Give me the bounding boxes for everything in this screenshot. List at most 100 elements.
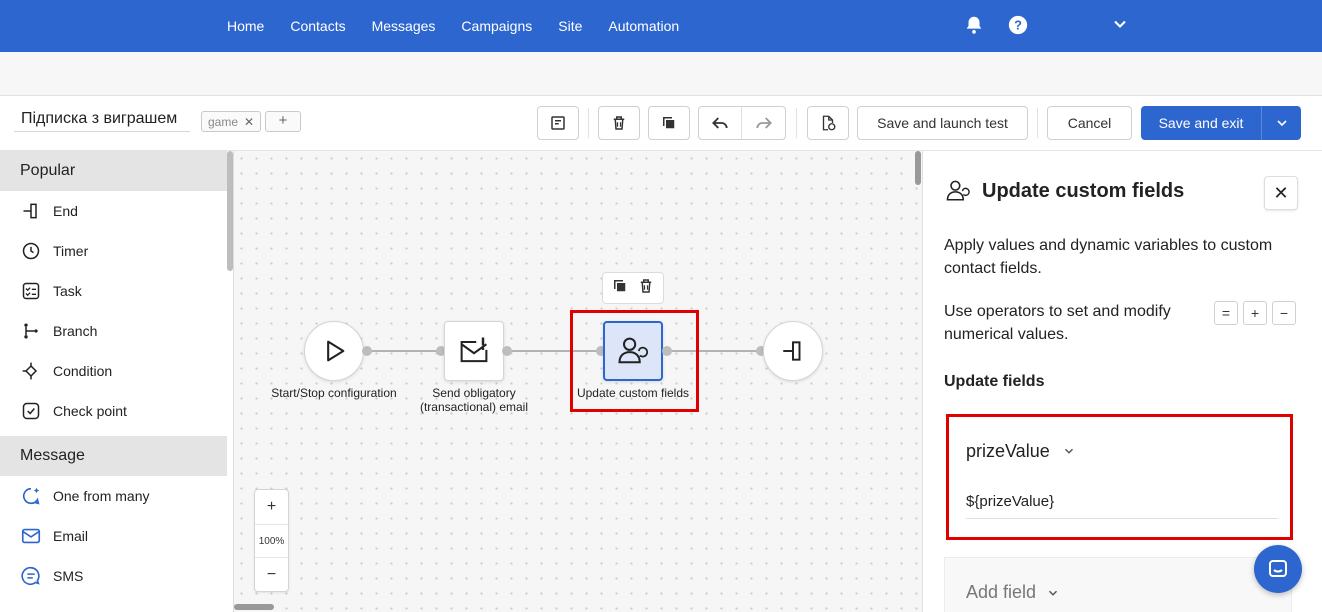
node-start-stop[interactable]	[304, 321, 364, 381]
redo-button[interactable]	[742, 107, 785, 139]
nav-links: Home Contacts Messages Campaigns Site Au…	[214, 0, 692, 52]
save-and-launch-test-button[interactable]: Save and launch test	[857, 106, 1028, 140]
nav-contacts[interactable]: Contacts	[277, 18, 358, 34]
sidebar-item-one-from-many[interactable]: One from many	[0, 476, 227, 516]
user-refresh-icon	[944, 177, 972, 205]
sidebar-item-label: End	[53, 203, 78, 219]
branch-icon	[20, 320, 42, 342]
chevron-down-icon[interactable]	[1110, 14, 1132, 36]
end-icon	[20, 200, 42, 222]
operators-description: Use operators to set and modify numerica…	[944, 303, 1171, 343]
update-fields-heading: Update fields	[944, 373, 1045, 390]
sidebar-item-label: Email	[53, 528, 89, 544]
zoom-out-button[interactable]: −	[255, 558, 288, 592]
condition-icon	[20, 360, 42, 382]
node-port[interactable]	[502, 346, 512, 356]
sidebar-item-label: One from many	[53, 488, 150, 504]
cancel-button[interactable]: Cancel	[1047, 106, 1132, 140]
nav-campaigns[interactable]: Campaigns	[448, 18, 545, 34]
close-panel-button[interactable]: ✕	[1264, 176, 1298, 210]
undo-redo-group	[698, 106, 786, 140]
sidebar-item-label: Timer	[53, 243, 89, 259]
sidebar-item-branch[interactable]: Branch	[0, 311, 227, 351]
help-icon[interactable]: ?	[1007, 14, 1029, 36]
node-label-line: (transactional) email	[419, 400, 529, 414]
field-name-select[interactable]: prizeValue	[966, 441, 1050, 462]
add-tag-button[interactable]: +	[265, 111, 301, 132]
sidebar-item-condition[interactable]: Condition	[0, 351, 227, 391]
operator-equals-button[interactable]: =	[1214, 301, 1238, 325]
workflow-toolbar: Підписка з виграшем game ✕ + Save and la…	[0, 96, 1322, 151]
canvas-horizontal-scrollbar[interactable]	[234, 604, 274, 610]
sidebar-item-sms[interactable]: SMS	[0, 556, 227, 596]
chat-icon	[1269, 560, 1287, 577]
notes-button[interactable]	[537, 106, 579, 140]
end-icon	[783, 341, 801, 361]
play-icon	[327, 340, 345, 362]
panel-title: Update custom fields	[982, 180, 1185, 202]
copy-node-icon[interactable]	[611, 277, 629, 300]
delete-node-icon[interactable]	[637, 277, 655, 300]
zoom-level: 100%	[255, 524, 288, 558]
chevron-down-icon	[1276, 120, 1287, 127]
workflow-name-input[interactable]: Підписка з виграшем	[14, 106, 190, 132]
bell-icon[interactable]	[963, 14, 985, 36]
sidebar-item-label: Condition	[53, 363, 113, 379]
email-alert-icon	[460, 337, 488, 363]
sidebar-item-timer[interactable]: Timer	[0, 231, 227, 271]
operator-minus-button[interactable]: −	[1272, 301, 1296, 325]
history-button[interactable]	[807, 106, 849, 140]
toolbar-divider	[588, 108, 589, 138]
undo-button[interactable]	[699, 107, 743, 139]
operator-plus-button[interactable]: +	[1243, 301, 1267, 325]
sub-header	[0, 52, 1322, 96]
email-icon	[20, 525, 42, 547]
one-from-many-icon	[20, 485, 42, 507]
copy-icon	[663, 117, 675, 129]
copy-button[interactable]	[648, 106, 690, 140]
operator-buttons: = + −	[1214, 301, 1296, 325]
sidebar-item-task[interactable]: Task	[0, 271, 227, 311]
tag-chip[interactable]: game ✕	[201, 111, 262, 132]
add-field-card[interactable]: Add field	[944, 557, 1292, 612]
timer-icon	[20, 240, 42, 262]
save-and-exit-label[interactable]: Save and exit	[1141, 106, 1262, 140]
input-underline	[966, 518, 1278, 519]
svg-text:?: ?	[1014, 18, 1022, 33]
sidebar-item-label: Check point	[53, 403, 127, 419]
sidebar-item-label: SMS	[53, 568, 84, 584]
add-field-label: Add field	[966, 582, 1037, 602]
save-and-exit-button[interactable]: Save and exit	[1141, 106, 1301, 140]
chevron-down-icon[interactable]	[1062, 444, 1076, 458]
zoom-controls: + 100% −	[254, 489, 289, 592]
zoom-in-button[interactable]: +	[255, 490, 288, 524]
custom-field-card: prizeValue ${prizeValue}	[946, 414, 1293, 540]
task-icon	[20, 280, 42, 302]
save-options-dropdown[interactable]	[1262, 106, 1301, 140]
chat-support-button[interactable]	[1254, 545, 1302, 593]
nav-automation[interactable]: Automation	[595, 18, 692, 34]
node-label-send-email: Send obligatory (transactional) email	[404, 386, 544, 414]
node-label-start-stop: Start/Stop configuration	[271, 386, 397, 400]
node-port[interactable]	[362, 346, 372, 356]
canvas-vertical-scrollbar[interactable]	[915, 151, 921, 185]
sidebar-item-email[interactable]: Email	[0, 516, 227, 556]
sidebar-scrollbar[interactable]	[227, 151, 233, 271]
section-message[interactable]: Message	[0, 436, 227, 476]
panel-description: Apply values and dynamic variables to cu…	[944, 237, 1273, 277]
sidebar-item-end[interactable]: End	[0, 191, 227, 231]
tag-remove-icon[interactable]: ✕	[244, 115, 254, 129]
nav-home[interactable]: Home	[214, 18, 277, 34]
field-value-input[interactable]: ${prizeValue}	[966, 493, 1054, 510]
sidebar-item-check-point[interactable]: Check point	[0, 391, 227, 431]
sidebar-item-label: Branch	[53, 323, 98, 339]
section-popular[interactable]: Popular	[0, 151, 227, 191]
undo-icon	[712, 117, 728, 129]
node-end[interactable]	[763, 321, 823, 381]
nav-site[interactable]: Site	[545, 18, 595, 34]
delete-button[interactable]	[598, 106, 640, 140]
trash-icon	[613, 116, 625, 130]
nav-messages[interactable]: Messages	[359, 18, 449, 34]
node-send-email[interactable]	[444, 321, 504, 381]
node-label-line: Send obligatory	[432, 386, 516, 400]
